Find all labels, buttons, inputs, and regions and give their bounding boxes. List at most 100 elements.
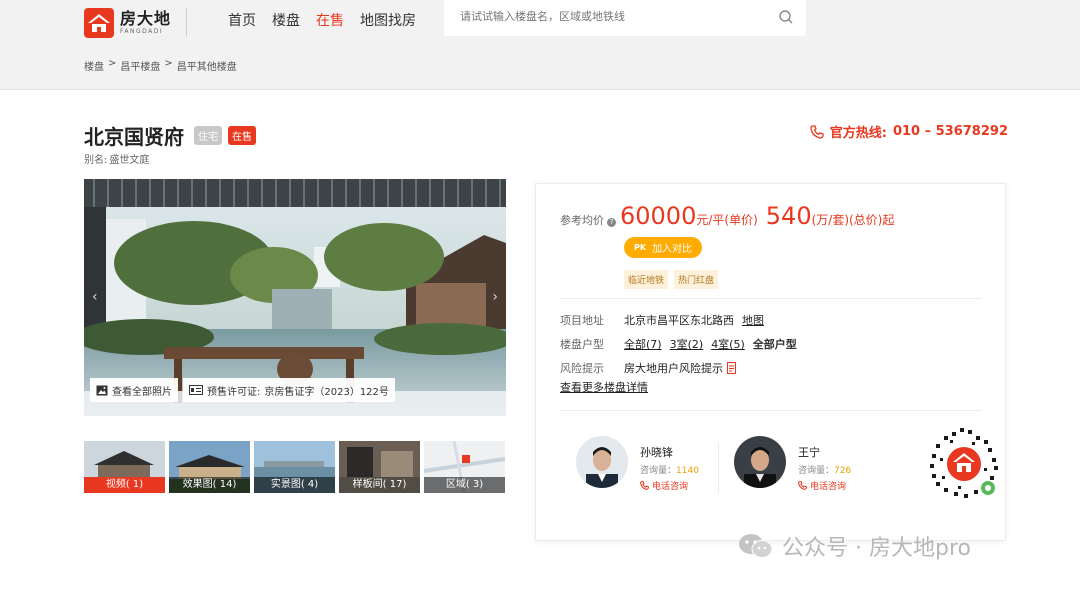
house-type-4-room[interactable]: 4室(5) <box>711 336 745 352</box>
document-icon[interactable] <box>727 362 738 374</box>
agent-name: 孙晓锋 <box>640 446 673 459</box>
thumbnail-strip: 视频( 1) 效果图( 14) 实景图( 4) 样板间( 17) 区域(3) <box>84 441 505 493</box>
thumb-label: 视频( 1) <box>84 477 165 493</box>
type-badge: 住宅 <box>194 126 222 145</box>
house-type-row: 楼盘户型 全部(7) 3室(2) 4室(5) 全部户型 <box>560 332 797 356</box>
site-logo[interactable]: 房大地 FANGDADI <box>84 8 171 38</box>
status-badge: 在售 <box>228 126 256 145</box>
agent-call-button[interactable]: 电话咨询 <box>640 479 699 492</box>
thumb-label: 实景图( 4) <box>254 477 335 493</box>
help-icon[interactable]: ? <box>607 218 616 227</box>
logo-text: 房大地 <box>120 9 172 28</box>
feature-tag: 热门红盘 <box>674 270 719 289</box>
breadcrumb-item[interactable]: 昌平其他楼盘 <box>177 58 237 73</box>
address-value: 北京市昌平区东北路西 <box>624 314 734 327</box>
breadcrumb-sep: > <box>108 58 117 69</box>
feature-tags: 临近地铁 热门红盘 <box>624 270 719 289</box>
address-label: 项目地址 <box>560 314 604 327</box>
mini-program-qr-code[interactable] <box>924 424 1004 504</box>
feature-tag: 临近地铁 <box>624 270 669 289</box>
nav-map-search[interactable]: 地图找房 <box>360 10 416 30</box>
agent-divider <box>718 442 719 494</box>
page-title: 北京国贤府 <box>84 125 184 149</box>
wechat-watermark: 公众号 · 房大地pro <box>738 530 971 562</box>
more-details-link[interactable]: 查看更多楼盘详情 <box>560 379 648 395</box>
permit-number: 京房售证字（2023）122号 <box>264 386 389 398</box>
presale-permit[interactable]: 预售许可证: 京房售证字（2023）122号 <box>183 378 395 402</box>
agent-card[interactable]: 王宁 咨询量：726 电话咨询 <box>734 436 851 492</box>
thumb-label: 区域( 3) <box>424 477 505 493</box>
all-house-types-link[interactable]: 全部户型 <box>753 336 797 352</box>
id-card-icon <box>189 385 203 395</box>
breadcrumb: 楼盘 > 昌平楼盘 > 昌平其他楼盘 <box>84 58 237 73</box>
breadcrumb-item[interactable]: 楼盘 <box>84 58 104 73</box>
permit-label: 预售许可证: <box>207 386 261 398</box>
phone-icon <box>810 124 824 139</box>
alias-value: 盛世文庭 <box>109 155 150 166</box>
hotline-number: 010 – 53678292 <box>892 124 1008 139</box>
house-type-all[interactable]: 全部(7) <box>624 336 662 352</box>
project-title-row: 北京国贤府 住宅 在售 <box>84 121 256 150</box>
top-header: 房大地 FANGDADI 首页 楼盘 在售 地图找房 楼盘 > 昌平楼盘 > 昌… <box>0 0 1080 90</box>
search-box <box>444 0 806 36</box>
thumb-label: 样板间( 17) <box>339 477 420 493</box>
add-to-compare-button[interactable]: PK 加入对比 <box>624 237 703 258</box>
card-divider <box>560 298 982 299</box>
pk-icon: PK <box>634 243 647 252</box>
view-all-photos-label: 查看全部照片 <box>112 386 172 398</box>
nav-on-sale[interactable]: 在售 <box>316 10 344 30</box>
card-divider <box>560 410 982 411</box>
house-type-3-room[interactable]: 3室(2) <box>670 336 704 352</box>
watermark-text: 公众号 · 房大地pro <box>782 536 971 561</box>
info-rows: 项目地址 北京市昌平区东北路西 地图 楼盘户型 全部(7) 3室(2) 4室(5… <box>560 308 797 380</box>
risk-value[interactable]: 房大地用户风险提示 <box>624 360 723 376</box>
agents-section: 孙晓锋 咨询量：1140 电话咨询 王宁 咨询量：726 电话咨询 <box>560 426 1002 502</box>
compare-label: 加入对比 <box>652 244 693 255</box>
wechat-icon <box>739 534 773 558</box>
hotline-label: 官方热线: <box>829 126 887 141</box>
hotline[interactable]: 官方热线: 010 – 53678292 <box>810 122 1008 141</box>
agent-card[interactable]: 孙晓锋 咨询量：1140 电话咨询 <box>576 436 699 492</box>
risk-label: 风险提示 <box>560 362 604 375</box>
thumb-renderings[interactable]: 效果图( 14) <box>169 441 250 493</box>
total-price-suffix: (万/套)(总价)起 <box>811 213 895 227</box>
address-row: 项目地址 北京市昌平区东北路西 地图 <box>560 308 797 332</box>
avatar <box>576 436 628 488</box>
prev-arrow-icon[interactable]: ‹ <box>92 289 98 305</box>
logo-subtext: FANGDADI <box>120 28 164 35</box>
avatar <box>734 436 786 488</box>
thumb-video[interactable]: 视频( 1) <box>84 441 165 493</box>
agent-name: 王宁 <box>798 446 820 459</box>
agent-inquiries: 咨询量：726 <box>798 466 852 476</box>
thumb-real-photos[interactable]: 实景图( 4) <box>254 441 335 493</box>
main-nav: 首页 楼盘 在售 地图找房 <box>228 10 416 30</box>
thumb-show-flat[interactable]: 样板间( 17) <box>339 441 420 493</box>
view-all-photos-button[interactable]: 查看全部照片 <box>90 378 178 402</box>
search-input[interactable] <box>460 10 760 23</box>
agent-inquiries: 咨询量：1140 <box>640 466 699 476</box>
risk-row: 风险提示 房大地用户风险提示 <box>560 356 797 380</box>
total-price: 540 <box>765 202 812 230</box>
price-row: 参考均价 ? 60000 元/平(单价) 540 (万/套)(总价)起 <box>560 202 902 230</box>
breadcrumb-item[interactable]: 昌平楼盘 <box>120 58 160 73</box>
thumb-area-map[interactable]: 区域( 3) <box>424 441 505 493</box>
main-photo[interactable]: ‹ › 查看全部照片 预售许可证: 京房售证字（2023）122号 <box>84 179 506 416</box>
unit-price-suffix: 元/平(单价) <box>696 213 758 227</box>
image-icon <box>96 385 108 395</box>
alias-label: 别名: <box>84 155 108 166</box>
search-icon[interactable] <box>778 9 794 25</box>
house-type-label: 楼盘户型 <box>560 338 604 351</box>
phone-icon <box>640 481 649 490</box>
map-link[interactable]: 地图 <box>742 312 764 328</box>
nav-home[interactable]: 首页 <box>228 10 256 30</box>
next-arrow-icon[interactable]: › <box>492 289 498 305</box>
price-label: 参考均价 <box>560 214 604 227</box>
house-logo-icon <box>84 8 114 38</box>
alias-row: 别名: 盛世文庭 <box>84 151 149 166</box>
project-info-card: 参考均价 ? 60000 元/平(单价) 540 (万/套)(总价)起 PK 加… <box>535 183 1006 541</box>
thumb-label: 效果图( 14) <box>169 477 250 493</box>
agent-call-button[interactable]: 电话咨询 <box>798 479 851 492</box>
header-divider <box>186 8 187 36</box>
nav-projects[interactable]: 楼盘 <box>272 10 300 30</box>
phone-icon <box>798 481 807 490</box>
